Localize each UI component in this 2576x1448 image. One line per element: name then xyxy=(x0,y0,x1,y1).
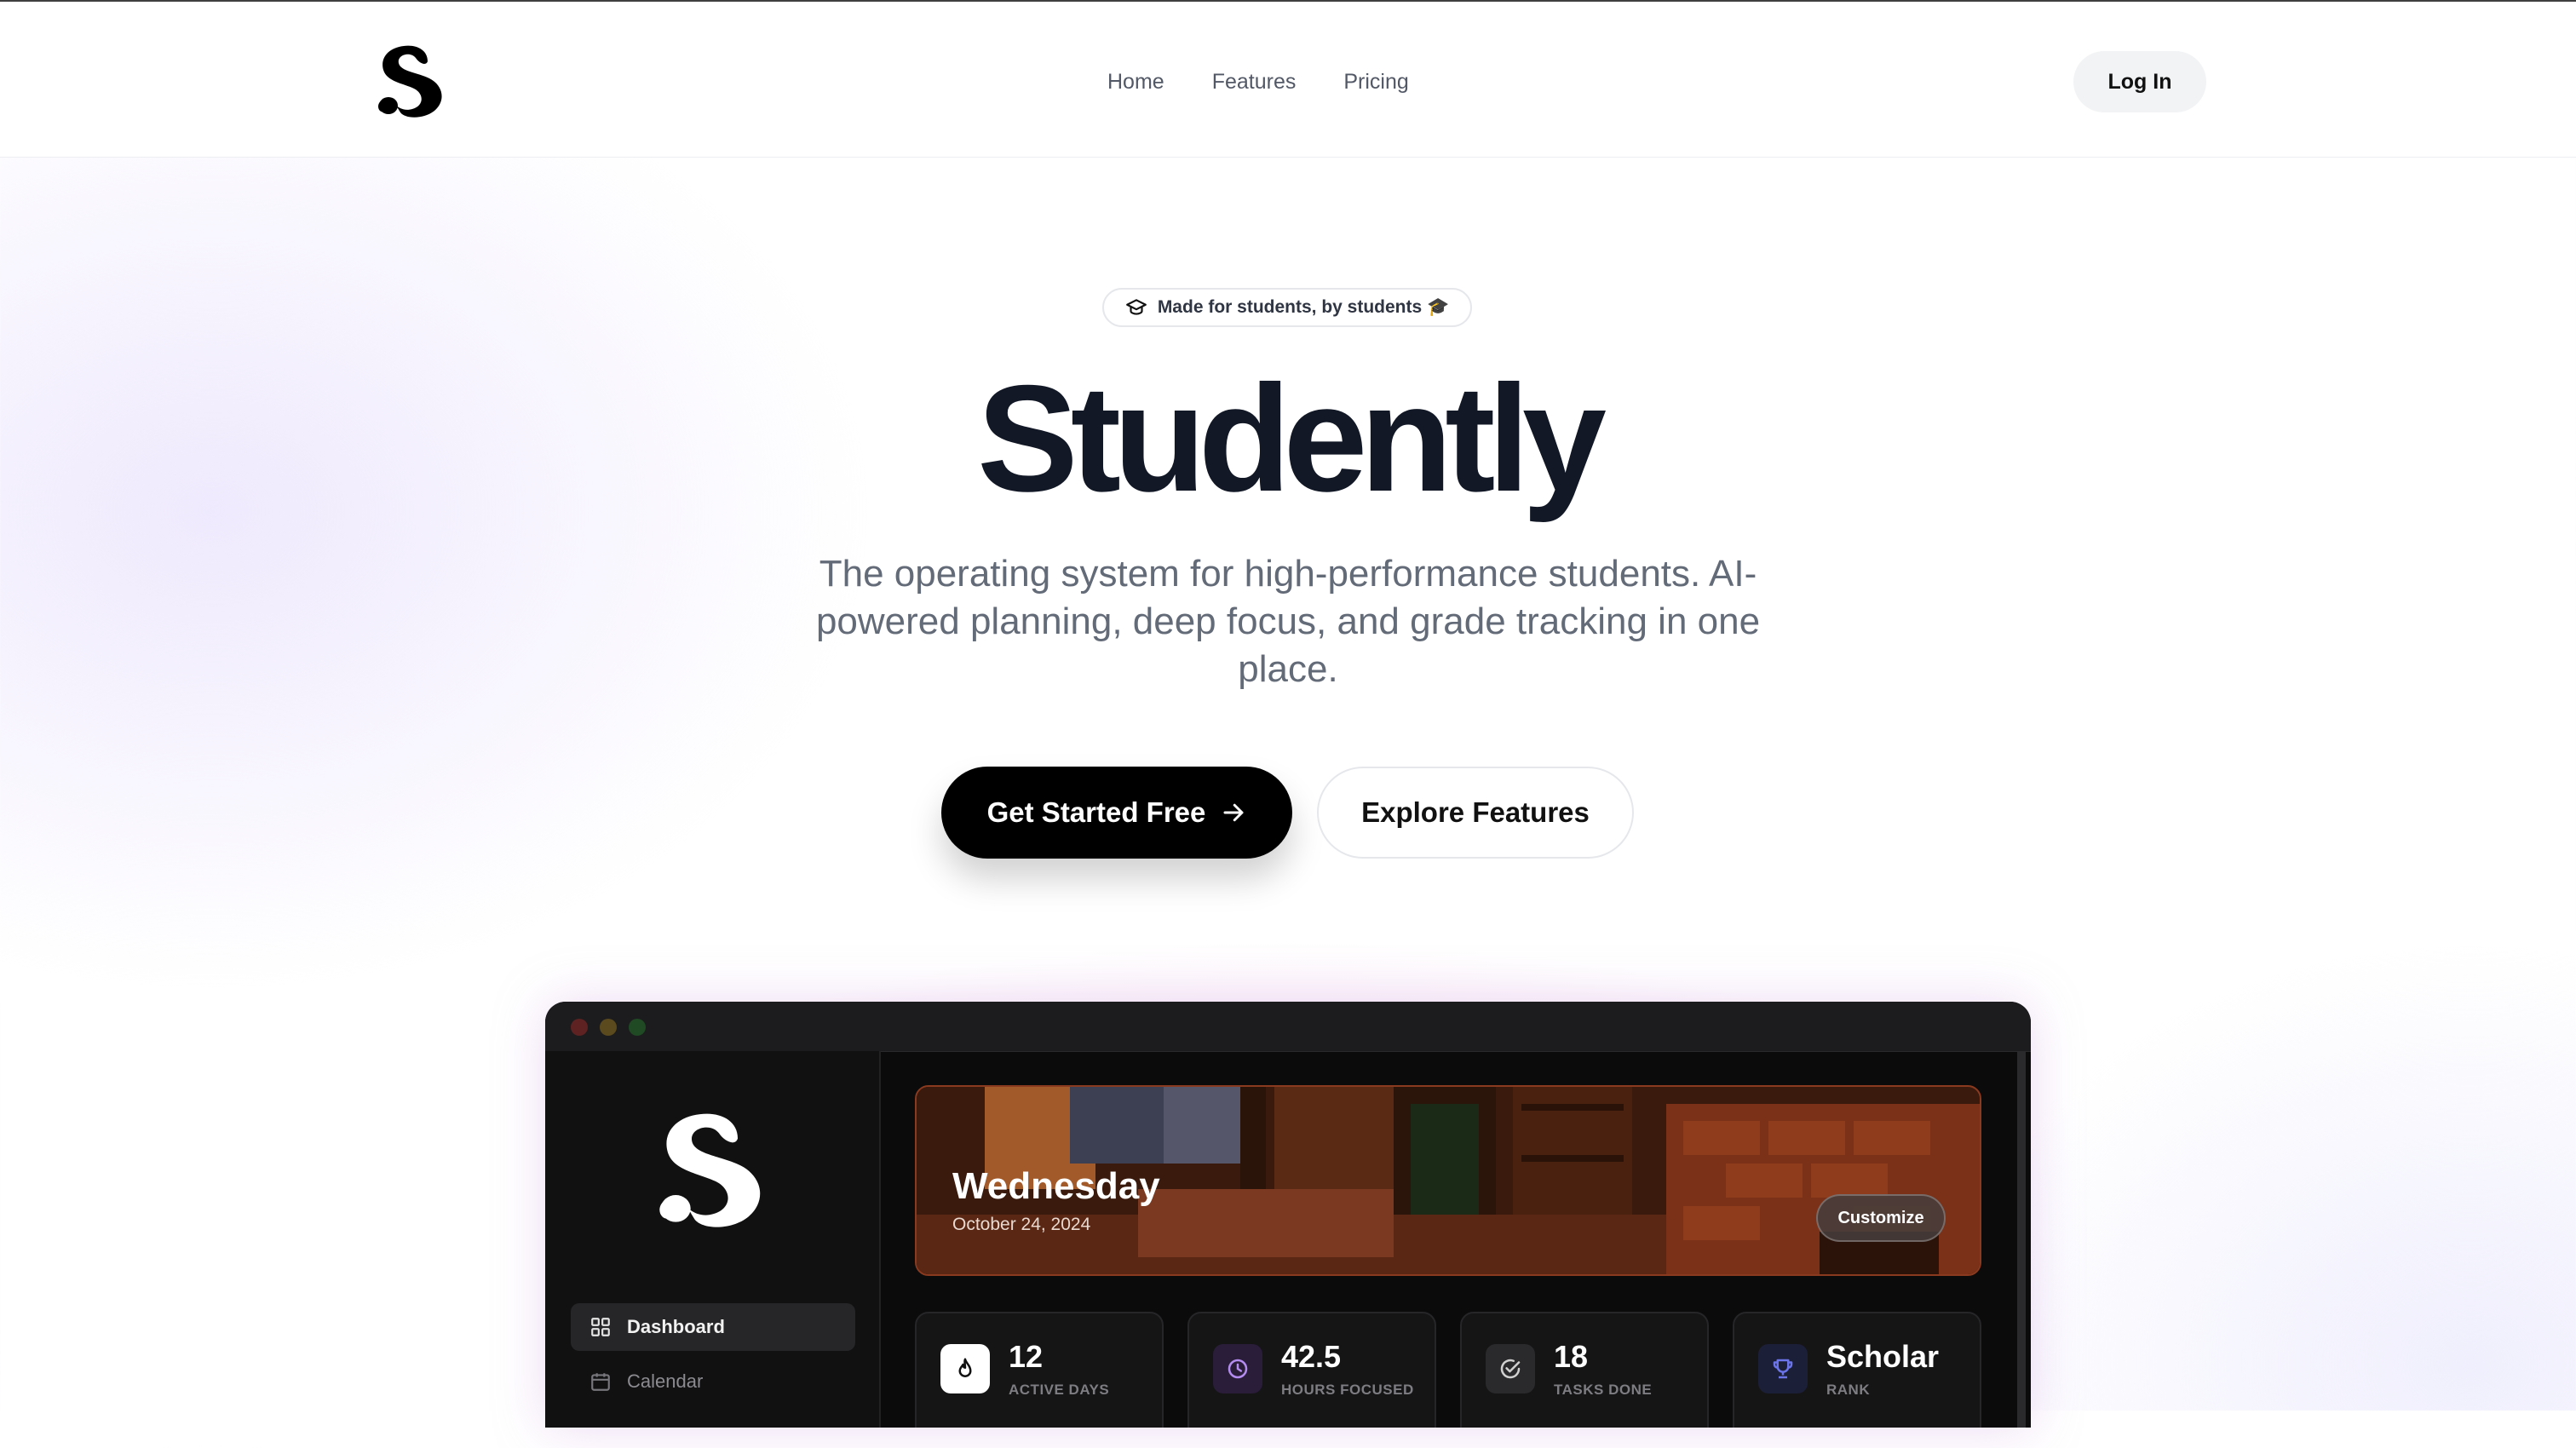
calendar-icon xyxy=(591,1373,610,1391)
window-titlebar xyxy=(545,1002,2031,1052)
stat-label: ACTIVE DAYS xyxy=(1009,1382,1110,1398)
hero-badge: Made for students, by students 🎓 xyxy=(1102,288,1472,327)
explore-features-button[interactable]: Explore Features xyxy=(1317,767,1634,859)
app-logo xyxy=(659,1113,761,1227)
customize-button[interactable]: Customize xyxy=(1816,1194,1946,1242)
hero-title: Studently xyxy=(977,353,1607,523)
stat-value: 12 xyxy=(1009,1339,1044,1374)
main-nav: Home Features Pricing xyxy=(1107,66,1409,97)
get-started-button[interactable]: Get Started Free xyxy=(941,767,1292,859)
minimize-window-dot[interactable] xyxy=(600,1019,617,1036)
nav-home-link[interactable]: Home xyxy=(1107,66,1164,97)
hero-badge-text: Made for students, by students 🎓 xyxy=(1157,297,1450,317)
trophy-icon xyxy=(1758,1344,1808,1393)
studently-logo[interactable] xyxy=(375,43,448,119)
day-banner: Wednesday October 24, 2024 Customize xyxy=(915,1085,1981,1276)
stat-label: TASKS DONE xyxy=(1554,1382,1653,1398)
arrow-right-icon xyxy=(1223,803,1244,822)
dashboard-grid-icon xyxy=(591,1318,610,1336)
flame-icon xyxy=(940,1344,990,1393)
sidebar-item-label: Dashboard xyxy=(627,1316,725,1337)
nav-features-link[interactable]: Features xyxy=(1212,66,1297,97)
stat-value: 42.5 xyxy=(1281,1339,1342,1374)
stat-value: 18 xyxy=(1554,1339,1589,1374)
graduation-cap-icon xyxy=(1125,299,1147,315)
sidebar-item-calendar[interactable]: Calendar xyxy=(571,1358,855,1405)
app-sidebar: Dashboard Calendar xyxy=(545,1051,881,1428)
stat-label: RANK xyxy=(1826,1382,1871,1398)
top-navbar: Home Features Pricing Log In xyxy=(0,2,2576,158)
check-circle-icon xyxy=(1486,1344,1535,1393)
close-window-dot[interactable] xyxy=(571,1019,588,1036)
login-button[interactable]: Log In xyxy=(2073,51,2206,112)
app-preview-window: Dashboard Calendar Wednesday October 24,… xyxy=(545,1002,2031,1428)
clock-icon xyxy=(1213,1344,1262,1393)
get-started-label: Get Started Free xyxy=(986,796,1206,828)
banner-date: October 24, 2024 xyxy=(952,1215,1091,1234)
banner-day: Wednesday xyxy=(952,1165,1160,1207)
hero-subtitle: The operating system for high-performanc… xyxy=(815,553,1761,690)
sidebar-item-label: Calendar xyxy=(627,1370,704,1392)
maximize-window-dot[interactable] xyxy=(629,1019,646,1036)
dashboard-main: Wednesday October 24, 2024 Customize 12 … xyxy=(881,1051,2031,1428)
sidebar-item-dashboard[interactable]: Dashboard xyxy=(571,1303,855,1351)
nav-pricing-link[interactable]: Pricing xyxy=(1343,66,1408,97)
stat-value: Scholar xyxy=(1826,1339,1940,1374)
stat-label: HOURS FOCUSED xyxy=(1281,1382,1414,1398)
main-scrollbar[interactable] xyxy=(2017,1051,2026,1428)
